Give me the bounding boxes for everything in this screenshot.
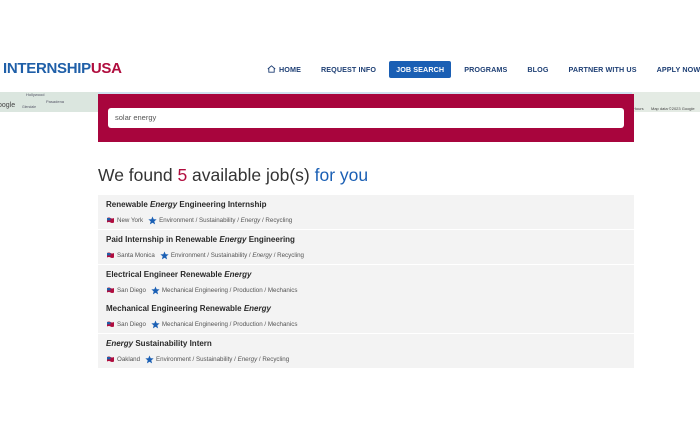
job-meta: San Diego Mechanical Engineering / Produ… (106, 320, 297, 329)
star-icon (151, 320, 160, 329)
star-icon (151, 286, 160, 295)
us-flag-icon (107, 217, 114, 223)
job-search-input[interactable] (108, 108, 624, 128)
job-category: Mechanical Engineering / Production / Me… (161, 321, 298, 328)
us-flag-icon (107, 356, 114, 362)
job-title[interactable]: Paid Internship in Renewable Energy Engi… (106, 235, 295, 244)
site-logo[interactable]: INTERNSHIPUSA (3, 60, 122, 77)
job-meta: New York Environment / Sustainability / … (106, 216, 292, 225)
job-meta: San Diego Mechanical Engineering / Produ… (106, 286, 297, 295)
job-location: San Diego (117, 287, 146, 294)
home-icon (267, 65, 276, 73)
job-title[interactable]: Electrical Engineer Renewable Energy (106, 270, 251, 279)
us-flag-icon (107, 287, 114, 293)
job-title[interactable]: Renewable Energy Engineering Internship (106, 200, 266, 209)
nav-blog[interactable]: BLOG (520, 61, 555, 78)
job-location: Oakland (117, 356, 141, 363)
map-google-logo: oogle (0, 102, 16, 109)
job-meta: Santa Monica Environment / Sustainabilit… (106, 251, 304, 260)
job-title-highlight: Energy (224, 270, 252, 279)
job-title-text: Paid Internship in Renewable (106, 235, 220, 244)
us-flag-icon (107, 321, 114, 327)
nav-partner-with-us[interactable]: PARTNER WITH US (562, 61, 644, 78)
job-listing[interactable]: Electrical Engineer Renewable Energy San… (98, 265, 634, 299)
job-title-highlight: Energy (106, 339, 134, 348)
job-category: Mechanical Engineering / Production / Me… (161, 287, 298, 294)
map-label: Pasadena (46, 99, 65, 104)
map-label: Glendale (22, 105, 37, 109)
results-middle: available job(s) (187, 165, 315, 185)
job-location: San Diego (117, 321, 146, 328)
job-category: Environment / Sustainability / Energy / … (159, 217, 293, 224)
job-title-text: Engineering Internship (177, 200, 267, 209)
main-nav: HOME REQUEST INFO JOB SEARCH PROGRAMS BL… (260, 60, 700, 78)
star-icon (160, 251, 169, 260)
job-title-highlight: Energy (243, 304, 271, 313)
job-category: Environment / Sustainability / Energy / … (170, 252, 304, 259)
job-title-highlight: Energy (219, 235, 247, 244)
nav-apply-now[interactable]: APPLY NOW & REG (650, 61, 700, 78)
nav-programs[interactable]: PROGRAMS (457, 61, 514, 78)
job-listing[interactable]: Paid Internship in Renewable Energy Engi… (98, 230, 634, 264)
results-count: 5 (177, 165, 188, 185)
job-title-text: Engineering (246, 235, 295, 244)
nav-home[interactable]: HOME (260, 61, 308, 78)
job-category: Environment / Sustainability / Energy / … (156, 356, 290, 363)
map-attribution[interactable]: Map data ©2023 Google (651, 106, 695, 111)
job-title-text: Sustainability Intern (133, 339, 212, 348)
results-heading: We found 5 available job(s) for you (98, 165, 368, 186)
job-listing[interactable]: Renewable Energy Engineering Internship … (98, 195, 634, 229)
job-meta: Oakland Environment / Sustainability / E… (106, 355, 289, 364)
job-location: Santa Monica (117, 252, 155, 259)
job-title-highlight: Energy (150, 200, 178, 209)
job-listing[interactable]: Mechanical Engineering Renewable Energy … (98, 299, 634, 333)
map-label: Hollywood (26, 92, 45, 97)
logo-text-usa: USA (90, 60, 122, 77)
job-listing[interactable]: Energy Sustainability Intern Oakland Env… (98, 334, 634, 368)
job-title[interactable]: Mechanical Engineering Renewable Energy (106, 304, 271, 313)
nav-request-info[interactable]: REQUEST INFO (314, 61, 383, 78)
map-hours-label: Hours (633, 106, 644, 111)
results-prefix: We found (98, 165, 178, 185)
job-title-text: Renewable (106, 200, 151, 209)
job-location: New York (117, 217, 144, 224)
nav-job-search[interactable]: JOB SEARCH (389, 60, 452, 78)
star-icon (145, 355, 154, 364)
nav-home-label: HOME (279, 64, 301, 74)
logo-text-internship: INTERNSHIP (3, 60, 91, 77)
job-title-text: Mechanical Engineering Renewable (106, 304, 244, 313)
results-suffix: for you (314, 165, 369, 185)
job-title-text: Electrical Engineer Renewable (106, 270, 225, 279)
site-header: INTERNSHIPUSA HOME REQUEST INFO JOB SEAR… (0, 0, 700, 92)
job-title[interactable]: Energy Sustainability Intern (106, 339, 212, 348)
star-icon (148, 216, 157, 225)
us-flag-icon (107, 252, 114, 258)
